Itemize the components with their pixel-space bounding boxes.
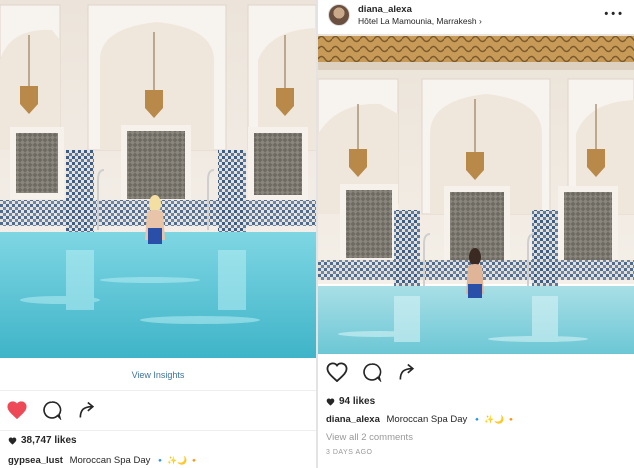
share-icon[interactable] <box>397 362 417 387</box>
location-link[interactable]: Hôtel La Mamounia, Marrakesh › <box>358 16 482 26</box>
right-caption: diana_alexa Moroccan Spa Day 🔹 ✨🌙 🔸 <box>326 414 516 425</box>
comment-icon[interactable] <box>362 362 383 387</box>
right-action-bar <box>326 362 427 384</box>
caption-emojis: 🔹 ✨🌙 🔸 <box>471 415 517 424</box>
caption-text: Moroccan Spa Day <box>69 455 151 466</box>
left-likes-count[interactable]: 38,747 likes <box>8 435 77 446</box>
likes-label: 38,747 likes <box>21 435 77 446</box>
share-icon[interactable] <box>77 400 97 425</box>
chevron-right-icon: › <box>478 16 482 26</box>
left-caption: gypsea_lust Moroccan Spa Day 🔹 ✨🌙 🔸 <box>8 455 199 466</box>
location-label: Hôtel La Mamounia, Marrakesh <box>358 16 477 26</box>
divider <box>0 430 316 431</box>
right-post-photo[interactable] <box>318 34 634 354</box>
caption-emojis: 🔹 ✨🌙 🔸 <box>155 456 200 465</box>
post-header: diana_alexa Hôtel La Mamounia, Marrakesh… <box>318 0 634 34</box>
more-options-icon[interactable]: • • • <box>604 8 622 20</box>
heart-filled-icon[interactable] <box>6 400 28 425</box>
heart-outline-icon[interactable] <box>326 362 348 387</box>
left-post: View Insights 38,747 likes gypsea_lust M… <box>0 0 316 468</box>
divider <box>0 390 316 391</box>
post-timestamp: 3 DAYS AGO <box>326 449 373 456</box>
comment-icon[interactable] <box>42 400 63 425</box>
caption-text: Moroccan Spa Day <box>386 414 468 425</box>
view-comments-link[interactable]: View all 2 comments <box>326 432 413 443</box>
caption-username[interactable]: gypsea_lust <box>8 455 63 466</box>
view-insights-link[interactable]: View Insights <box>0 370 316 380</box>
header-username[interactable]: diana_alexa <box>358 4 412 15</box>
right-likes-count[interactable]: 94 likes <box>326 396 375 407</box>
left-action-bar <box>6 400 107 422</box>
small-heart-icon <box>8 437 17 445</box>
left-post-photo[interactable] <box>0 0 316 358</box>
likes-label: 94 likes <box>339 396 376 407</box>
small-heart-icon <box>326 398 335 406</box>
caption-username[interactable]: diana_alexa <box>326 414 380 425</box>
avatar[interactable] <box>328 4 350 26</box>
right-post: diana_alexa Hôtel La Mamounia, Marrakesh… <box>318 0 634 468</box>
